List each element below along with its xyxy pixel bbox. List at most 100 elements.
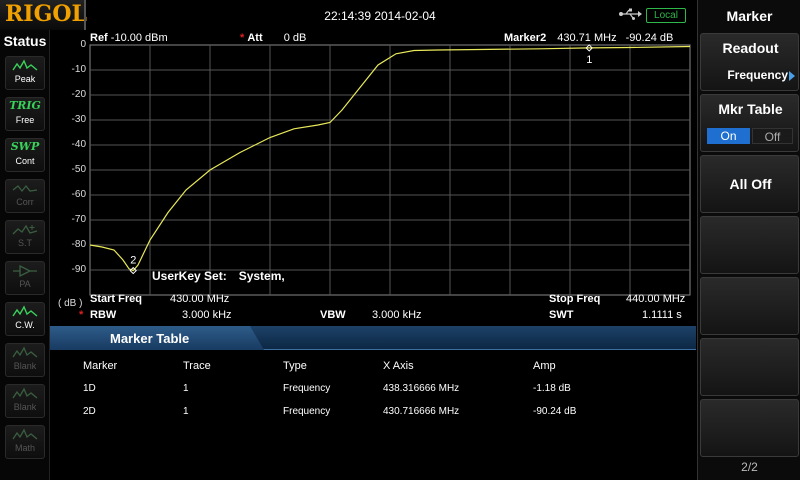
cell-type: Frequency	[283, 406, 331, 417]
softkey-menu: Marker Readout Frequency Mkr Table On Of…	[697, 0, 800, 480]
status-cw-button[interactable]: C.W.	[5, 302, 45, 336]
mkr-table-toggle[interactable]: On Off	[707, 128, 793, 144]
y-tick-label: -40	[71, 139, 86, 150]
readout-softkey[interactable]: Readout Frequency	[700, 33, 799, 91]
cell-type: Frequency	[283, 383, 331, 394]
cell-xaxis: 430.716666 MHz	[383, 406, 460, 417]
empty-softkey-5[interactable]	[700, 277, 799, 335]
cell-marker: 1D	[83, 383, 96, 394]
status-title: Status	[3, 33, 47, 49]
marker-2-label: 2	[130, 255, 136, 267]
y-tick-label: -10	[71, 64, 86, 75]
vbw-label[interactable]: VBW	[320, 309, 346, 321]
blank-icon	[12, 387, 38, 399]
peak-icon	[12, 59, 38, 71]
stop-freq-label[interactable]: Stop Freq	[549, 293, 600, 305]
y-tick-label: -20	[71, 89, 86, 100]
y-tick-label: -70	[71, 214, 86, 225]
status-blank-button-1[interactable]: Blank	[5, 343, 45, 377]
spectrum-plot[interactable]: 12	[50, 30, 696, 325]
cell-marker: 2D	[83, 406, 96, 417]
logo-divider	[84, 0, 86, 30]
col-header-trace: Trace	[183, 360, 211, 372]
y-tick-label: 0	[80, 39, 86, 50]
col-header-marker: Marker	[83, 360, 118, 372]
status-trig-button[interactable]: TRIG Free	[5, 97, 45, 131]
status-corr-label: Corr	[16, 197, 34, 207]
mkr-table-label: Mkr Table	[718, 101, 783, 117]
empty-softkey-6[interactable]	[700, 338, 799, 396]
status-math-label: Math	[14, 443, 35, 453]
corr-icon	[12, 184, 38, 193]
status-pa-label: PA	[19, 279, 31, 289]
local-badge[interactable]: Local	[646, 8, 686, 23]
swt-value[interactable]: 1.1111 s	[642, 309, 682, 321]
status-blank-button-2[interactable]: Blank	[5, 384, 45, 418]
start-freq-value[interactable]: 430.00 MHz	[170, 293, 229, 305]
mkr-table-softkey[interactable]: Mkr Table On Off	[700, 94, 799, 152]
swt-label[interactable]: SWT	[549, 309, 573, 321]
vbw-value[interactable]: 3.000 kHz	[372, 309, 422, 321]
trig-icon: TRIG	[9, 99, 41, 112]
blank-icon	[12, 346, 38, 358]
swp-icon: SWP	[10, 140, 40, 153]
spectrum-display: Ref -10.00 dBm * Att 0 dB Marker2 430.71…	[50, 30, 696, 325]
readout-value: Frequency	[727, 68, 788, 82]
brand-logo-text: RIGOL	[5, 1, 87, 27]
toggle-off[interactable]: Off	[752, 128, 793, 144]
top-bar: RIGOL 22:14:39 2014-02-04 Local	[0, 0, 696, 30]
status-swp-button[interactable]: SWP Cont	[5, 138, 45, 172]
cell-amp: -1.18 dB	[533, 383, 571, 394]
cell-trace: 1	[183, 406, 189, 417]
marker-1-label: 1	[586, 54, 592, 66]
rbw-value[interactable]: 3.000 kHz	[182, 309, 232, 321]
marker-table-title: Marker Table	[110, 331, 190, 346]
start-freq-label[interactable]: Start Freq	[90, 293, 142, 305]
cw-icon	[12, 305, 38, 317]
y-tick-label: -30	[71, 114, 86, 125]
readout-label: Readout	[722, 40, 779, 56]
rbw-label[interactable]: RBW	[90, 309, 116, 321]
all-off-label: All Off	[729, 176, 772, 192]
pa-icon	[13, 264, 37, 278]
stop-freq-value[interactable]: 440.00 MHz	[626, 293, 685, 305]
brand-logo: RIGOL	[0, 0, 87, 30]
rbw-star-icon: *	[79, 309, 84, 321]
status-corr-button[interactable]: Corr	[5, 179, 45, 213]
status-peak-button[interactable]: Peak	[5, 56, 45, 90]
menu-title: Marker	[726, 8, 773, 24]
usb-icon	[619, 8, 642, 20]
status-blank-label-1: Blank	[13, 361, 37, 371]
toggle-on[interactable]: On	[707, 128, 750, 144]
status-peak-label: Peak	[14, 74, 36, 84]
y-tick-label: -90	[71, 264, 86, 275]
math-icon	[12, 428, 38, 440]
menu-page-indicator: 2/2	[741, 460, 758, 474]
status-st-button[interactable]: S.T	[5, 220, 45, 254]
datetime: 22:14:39 2014-02-04	[324, 9, 436, 23]
col-header-xaxis: X Axis	[383, 360, 414, 372]
status-blank-label-2: Blank	[13, 402, 37, 412]
status-swp-label: Cont	[15, 156, 35, 166]
col-header-type: Type	[283, 360, 307, 372]
all-off-softkey[interactable]: All Off	[700, 155, 799, 213]
cell-xaxis: 438.316666 MHz	[383, 383, 460, 394]
status-cw-label: C.W.	[15, 320, 35, 330]
marker-table-panel: Marker Table Marker Trace Type X Axis Am…	[50, 326, 696, 480]
status-pa-button[interactable]: PA	[5, 261, 45, 295]
analyzer-screen: RIGOL 22:14:39 2014-02-04 Local Status P…	[0, 0, 800, 480]
status-trig-label: Free	[15, 115, 35, 125]
userkey-label: UserKey Set:	[152, 269, 227, 283]
y-axis-unit: ( dB )	[58, 298, 83, 309]
empty-softkey-7[interactable]	[700, 399, 799, 457]
cell-trace: 1	[183, 383, 189, 394]
y-tick-label: -80	[71, 239, 86, 250]
empty-softkey-4[interactable]	[700, 216, 799, 274]
cell-amp: -90.24 dB	[533, 406, 577, 417]
st-icon	[12, 224, 38, 235]
y-tick-label: -60	[71, 189, 86, 200]
status-math-button[interactable]: Math	[5, 425, 45, 459]
col-header-amp: Amp	[533, 360, 556, 372]
status-st-label: S.T	[17, 238, 32, 248]
userkey-value: System,	[238, 269, 285, 283]
